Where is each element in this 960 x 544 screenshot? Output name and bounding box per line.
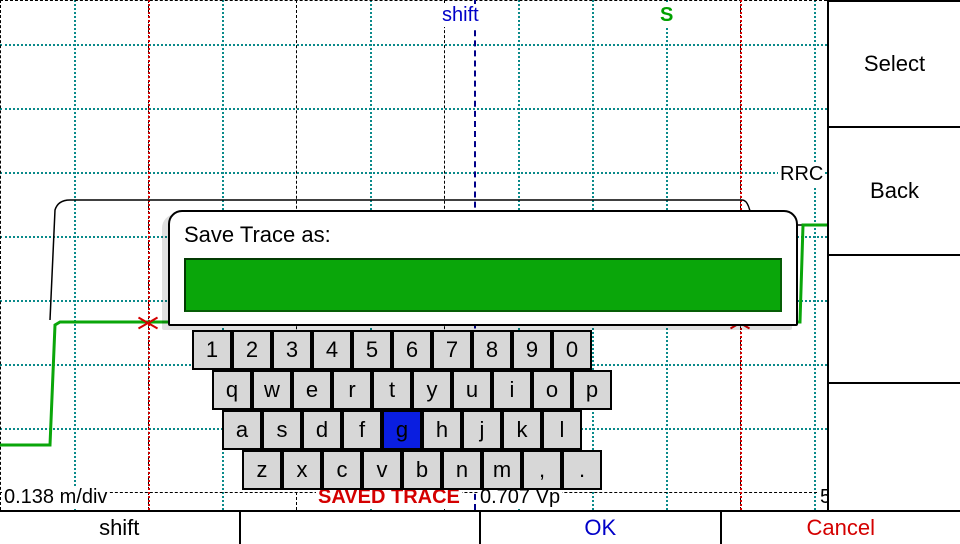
side-button-panel: Select Back (827, 0, 960, 510)
key-a[interactable]: a (222, 410, 262, 450)
key-k[interactable]: k (502, 410, 542, 450)
key-6[interactable]: 6 (392, 330, 432, 370)
key-j[interactable]: j (462, 410, 502, 450)
key-f[interactable]: f (342, 410, 382, 450)
key-o[interactable]: o (532, 370, 572, 410)
key-9[interactable]: 9 (512, 330, 552, 370)
key-d[interactable]: d (302, 410, 342, 450)
mode-indicator-s: S (658, 4, 675, 27)
bottom-softkey-bar: shift OK Cancel (0, 510, 960, 544)
save-trace-dialog: Save Trace as: (168, 210, 798, 326)
key-3[interactable]: 3 (272, 330, 312, 370)
key-n[interactable]: n (442, 450, 482, 490)
softkey-ok[interactable]: OK (481, 512, 722, 544)
key-i[interactable]: i (492, 370, 532, 410)
key-g[interactable]: g (382, 410, 422, 450)
oscilloscope-grid: shift S 0.138 m/div SAVED TRACE 0.707 Vp… (0, 0, 827, 510)
softkey-cancel[interactable]: Cancel (722, 512, 960, 544)
key-u[interactable]: u (452, 370, 492, 410)
back-button[interactable]: Back (827, 128, 960, 256)
mode-indicator-shift: shift (440, 4, 481, 27)
dialog-title: Save Trace as: (184, 222, 782, 248)
key-b[interactable]: b (402, 450, 442, 490)
key-5[interactable]: 5 (352, 330, 392, 370)
key-1[interactable]: 1 (192, 330, 232, 370)
trace-name-input[interactable] (184, 258, 782, 312)
x-scale-label: 0.138 m/div (2, 486, 109, 509)
key-.[interactable]: . (562, 450, 602, 490)
cursor-a-marker-icon (137, 312, 159, 334)
key-z[interactable]: z (242, 450, 282, 490)
key-y[interactable]: y (412, 370, 452, 410)
key-2[interactable]: 2 (232, 330, 272, 370)
key-w[interactable]: w (252, 370, 292, 410)
softkey-2[interactable] (241, 512, 482, 544)
rrc-label: RRC (778, 163, 825, 186)
key-4[interactable]: 4 (312, 330, 352, 370)
select-button[interactable]: Select (827, 0, 960, 128)
key-e[interactable]: e (292, 370, 332, 410)
key-l[interactable]: l (542, 410, 582, 450)
key-,[interactable]: , (522, 450, 562, 490)
key-p[interactable]: p (572, 370, 612, 410)
key-c[interactable]: c (322, 450, 362, 490)
key-8[interactable]: 8 (472, 330, 512, 370)
key-q[interactable]: q (212, 370, 252, 410)
key-t[interactable]: t (372, 370, 412, 410)
key-h[interactable]: h (422, 410, 462, 450)
key-m[interactable]: m (482, 450, 522, 490)
side-button-3[interactable] (827, 256, 960, 384)
key-7[interactable]: 7 (432, 330, 472, 370)
softkey-shift[interactable]: shift (0, 512, 241, 544)
key-s[interactable]: s (262, 410, 302, 450)
side-button-4[interactable] (827, 384, 960, 512)
key-v[interactable]: v (362, 450, 402, 490)
key-x[interactable]: x (282, 450, 322, 490)
key-r[interactable]: r (332, 370, 372, 410)
onscreen-keyboard: 1234567890 qwertyuiop asdfghjkl zxcvbnm,… (192, 330, 612, 490)
screen: shift S 0.138 m/div SAVED TRACE 0.707 Vp… (0, 0, 960, 544)
key-0[interactable]: 0 (552, 330, 592, 370)
